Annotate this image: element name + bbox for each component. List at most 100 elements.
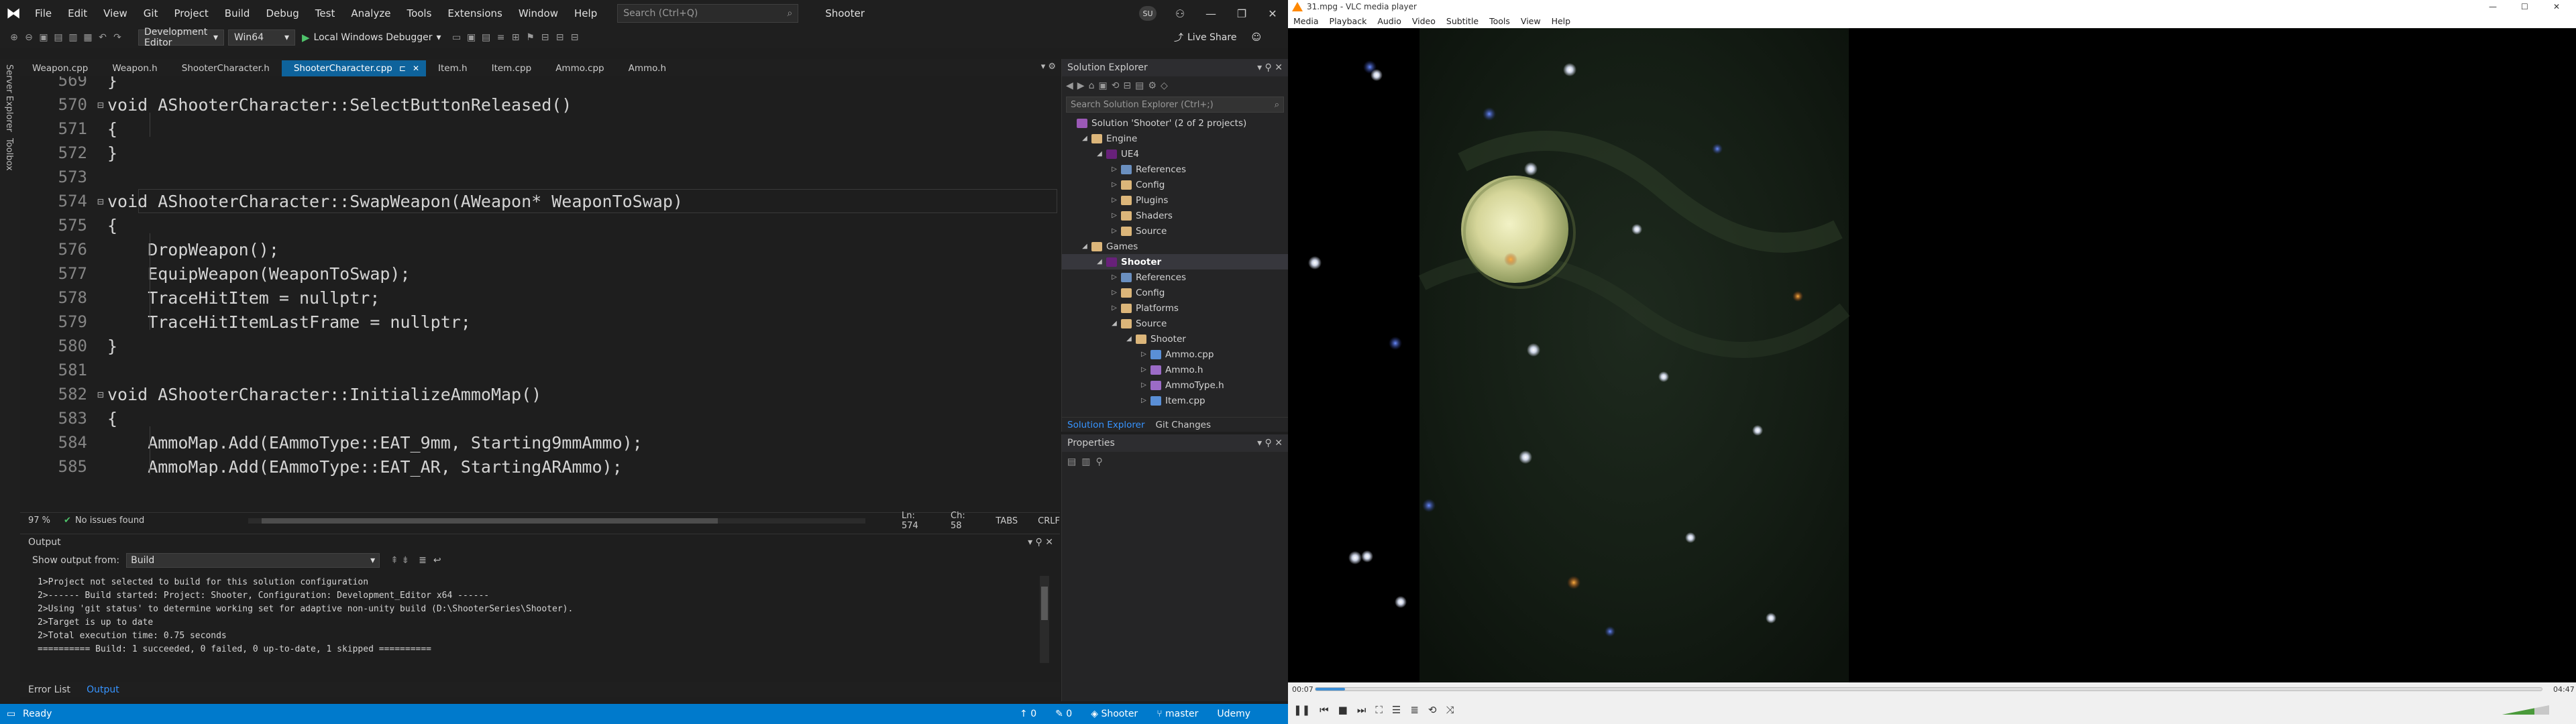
collapsed-icon[interactable]: ▷ [1140,381,1148,389]
shuffle-icon[interactable]: ⤨ [1441,704,1458,716]
tab-weapon-cpp[interactable]: Weapon.cpp [20,60,100,76]
live-share-button[interactable]: ⤴ Live Share ☺ [1174,27,1261,48]
tree-item[interactable]: ▷ Config [1062,177,1288,192]
collapsed-icon[interactable]: ▷ [1110,212,1118,219]
scrollbar-thumb[interactable] [262,518,718,524]
vlc-menu-view[interactable]: View [1515,16,1546,26]
tree-item[interactable]: ▷ References [1062,269,1288,285]
code-editor[interactable]: 569} 570 ⊟ void AShooterCharacter::SelectBu… [20,76,1060,512]
preview-icon[interactable]: ◇ [1161,80,1168,91]
alphabetical-icon[interactable]: ▥ [1081,457,1090,467]
volume-slider[interactable] [2502,705,2549,715]
menu-item-extensions[interactable]: Extensions [439,0,510,27]
vs-search-box[interactable]: Search (Ctrl+Q) ⌕ [617,4,799,23]
save-icon[interactable]: ▥ [66,32,80,43]
tab-item-h[interactable]: Item.h [426,60,480,76]
clear-all-icon[interactable]: ≣ [419,555,427,566]
tree-item[interactable]: ◢ Engine [1062,131,1288,146]
tree-item[interactable]: Solution 'Shooter' (2 of 2 projects) [1062,115,1288,131]
tree-item[interactable]: ▷ Source [1062,223,1288,239]
menu-item-window[interactable]: Window [511,0,566,27]
menu-item-test[interactable]: Test [307,0,343,27]
panel-controls-icon[interactable]: ▾ ⚲ ✕ [1257,62,1283,73]
indent-mode-status[interactable]: TABS [996,516,1018,526]
menu-item-edit[interactable]: Edit [60,0,95,27]
minimize-button[interactable]: — [1195,0,1226,27]
save-all-icon[interactable]: ▦ [80,32,95,43]
menu-item-view[interactable]: View [95,0,136,27]
menu-item-project[interactable]: Project [166,0,216,27]
tab-item-cpp[interactable]: Item.cpp [480,60,544,76]
tab-git-changes[interactable]: Git Changes [1150,418,1217,432]
categorized-icon[interactable]: ▤ [1067,457,1076,467]
tree-item[interactable]: ▷ References [1062,162,1288,177]
tree-item[interactable]: ◢ Shooter [1062,254,1288,269]
tree-item[interactable]: ▷ AmmoType.h [1062,377,1288,393]
toolbar-extra-icon[interactable]: ≡ [494,32,508,43]
solution-search-input[interactable]: Search Solution Explorer (Ctrl+;) ⌕ [1066,97,1284,113]
expanded-icon[interactable]: ◢ [1095,258,1104,265]
playlist-icon[interactable]: ≣ [1405,704,1424,716]
tree-item[interactable]: ▷ Platforms [1062,300,1288,316]
expanded-icon[interactable]: ◢ [1081,135,1089,142]
panel-controls-icon[interactable]: ▾ ⚲ ✕ [1028,537,1053,548]
tab-weapon-h[interactable]: Weapon.h [100,60,169,76]
tab-error-list[interactable]: Error List [20,682,78,697]
folder-icon[interactable]: ▭ [449,32,464,43]
fold-icon[interactable]: ⊟ [94,388,107,401]
tree-item[interactable]: ▷ Item.cpp [1062,393,1288,408]
find-icon[interactable]: ⇞ ⇟ [390,555,409,566]
menu-item-debug[interactable]: Debug [258,0,307,27]
repository-status[interactable]: ◈ Shooter [1091,709,1138,719]
new-item-icon[interactable]: ▣ [36,32,51,43]
git-push-status[interactable]: ↑ 0 [1020,709,1036,719]
loop-icon[interactable]: ⟲ [1424,704,1442,716]
vlc-menu-help[interactable]: Help [1546,16,1576,26]
tab-shootercharacter-cpp[interactable]: ShooterCharacter.cpp ⊏ ✕ [281,60,426,76]
next-icon[interactable]: ⏭ [1352,704,1371,716]
collapsed-icon[interactable]: ▷ [1110,274,1118,281]
output-vertical-scrollbar[interactable] [1040,576,1049,663]
close-icon[interactable]: ✕ [413,64,419,73]
menu-item-build[interactable]: Build [217,0,258,27]
tab-output[interactable]: Output [78,682,127,697]
word-wrap-icon[interactable]: ↩ [433,555,441,566]
pin-icon[interactable]: ⊏ [399,64,406,73]
tab-ammo-h[interactable]: Ammo.h [616,60,678,76]
menu-item-help[interactable]: Help [566,0,605,27]
seek-bar[interactable] [1315,687,2542,691]
branch-status[interactable]: ⑂ master [1157,709,1198,719]
collapsed-icon[interactable]: ▷ [1140,397,1148,404]
collapsed-icon[interactable]: ▷ [1140,366,1148,373]
show-all-files-icon[interactable]: ▤ [1135,80,1144,91]
close-button[interactable]: ✕ [1257,0,1288,27]
maximize-button[interactable]: ☐ [2521,2,2528,11]
tab-solution-explorer[interactable]: Solution Explorer [1062,418,1150,432]
tree-item[interactable]: ▷ Plugins [1062,192,1288,208]
expanded-icon[interactable]: ◢ [1081,243,1089,250]
toolbar-extra-icon[interactable]: ⊟ [568,32,582,43]
feedback-icon[interactable]: ⚇ [1165,0,1195,27]
stop-icon[interactable]: ■ [1334,704,1352,716]
tree-item[interactable]: ▷ Shaders [1062,208,1288,223]
tab-shootercharacter-h[interactable]: ShooterCharacter.h [170,60,282,76]
home-icon[interactable]: ⌂ [1089,80,1095,91]
collapsed-icon[interactable]: ▷ [1110,227,1118,235]
restore-button[interactable]: ❐ [1226,0,1257,27]
undo-icon[interactable]: ↶ [95,32,110,43]
tree-item[interactable]: ▷ Ammo.cpp [1062,347,1288,362]
collapsed-icon[interactable]: ▷ [1110,304,1118,312]
zoom-level[interactable]: 97 % [28,516,50,526]
tree-item[interactable]: ◢ Shooter [1062,331,1288,347]
server-explorer-tab[interactable]: Server Explorer [4,64,14,132]
extended-settings-icon[interactable]: ☰ [1387,704,1405,716]
line-ending-status[interactable]: CRLF [1038,516,1060,526]
menu-item-git[interactable]: Git [136,0,166,27]
toolbar-extra-icon[interactable]: ⊞ [508,32,523,43]
menu-item-file[interactable]: File [27,0,60,27]
collapse-all-icon[interactable]: ⊟ [1123,80,1131,91]
scrollbar-thumb[interactable] [1041,587,1048,620]
tab-ammo-cpp[interactable]: Ammo.cpp [543,60,616,76]
panel-controls-icon[interactable]: ▾ ⚲ ✕ [1257,438,1283,448]
collapsed-icon[interactable]: ▷ [1110,181,1118,188]
